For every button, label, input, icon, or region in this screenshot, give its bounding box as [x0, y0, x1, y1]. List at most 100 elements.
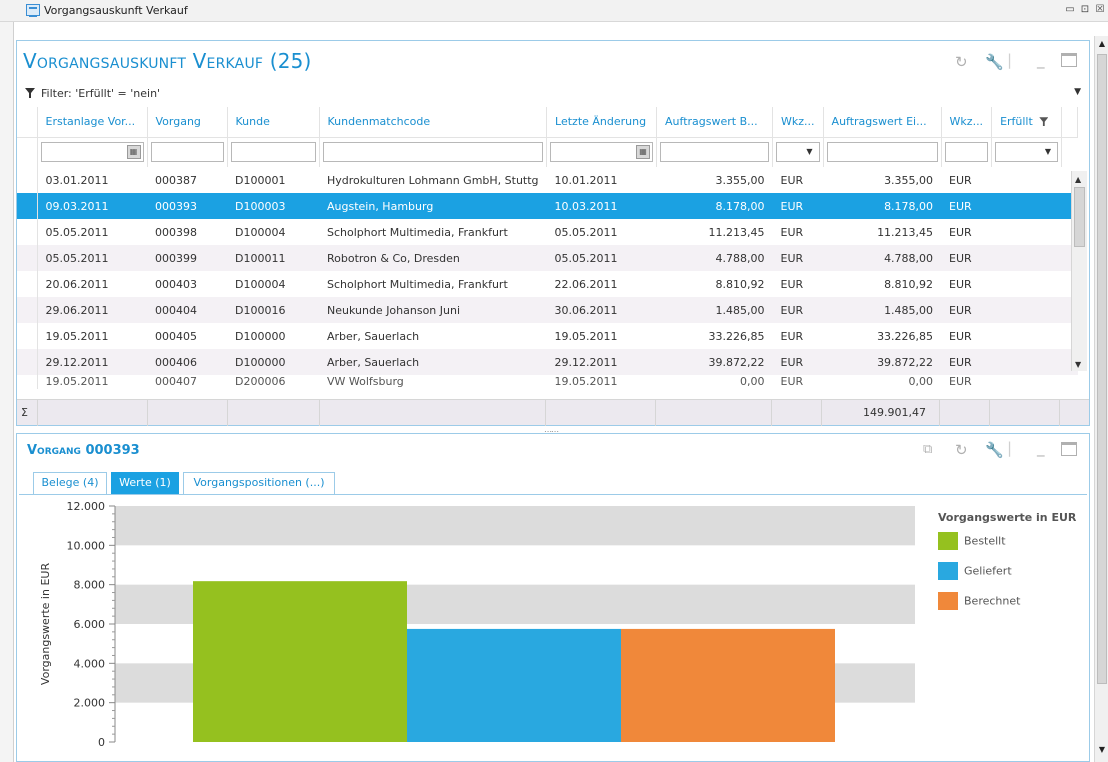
table-cell: Neukunde Johanson Juni — [319, 297, 547, 323]
table-row[interactable]: 19.05.2011 000407 D200006 VW Wolfsburg 19.05… — [17, 375, 1078, 389]
table-cell: EUR — [772, 193, 824, 219]
filter-bar[interactable]: Filter: 'Erfüllt' = 'nein' — [25, 87, 160, 100]
list-panel: Vorgangsauskunft Verkauf (25) ↻ 🔧 | _ Fi… — [16, 40, 1090, 426]
table-cell: 22.06.2011 — [554, 277, 618, 291]
table-cell: EUR — [780, 277, 804, 291]
filter-erfuellt[interactable]: ▼ — [995, 142, 1059, 163]
legend-swatch — [938, 562, 958, 580]
grid-scroll-down-icon[interactable]: ▼ — [1075, 360, 1081, 369]
table-cell: 19.05.2011 — [554, 329, 618, 343]
table-row[interactable]: 29.06.2011 000404 D100016 Neukunde Johanson… — [17, 297, 1078, 323]
table-cell: 1.485,00 — [823, 297, 942, 323]
scroll-thumb[interactable] — [1097, 54, 1107, 684]
table-row[interactable]: 03.01.2011 000387 D100001 Hydrokulturen Loh… — [17, 167, 1078, 193]
bar-bestellt — [193, 581, 407, 742]
tab-vorgangspositionen[interactable]: Vorgangspositionen (...) — [183, 472, 335, 494]
minimize-panel-icon[interactable]: _ — [1037, 439, 1045, 457]
table-cell: D100001 — [235, 173, 286, 187]
col-wkz-2[interactable]: Wkz... — [941, 107, 993, 138]
chevron-down-icon[interactable]: ▼ — [806, 147, 812, 156]
table-cell: 000387 — [155, 173, 197, 187]
table-cell — [991, 349, 1062, 375]
table-cell: EUR — [949, 277, 972, 291]
maximize-panel-icon[interactable] — [1061, 53, 1077, 67]
filter-auftragswert-b[interactable] — [660, 142, 770, 163]
popout-icon[interactable]: ⧉ — [923, 442, 932, 457]
col-letzte-aenderung[interactable]: Letzte Änderung — [546, 107, 658, 138]
col-auftragswert-ei[interactable]: Auftragswert Ei... — [823, 107, 942, 138]
legend-label: Berechnet — [964, 594, 1021, 608]
tab-werte[interactable]: Werte (1) — [111, 472, 179, 494]
filter-input-row: ▦ ▦ ▼ ▼ — [17, 137, 1078, 167]
table-cell: 000399 — [147, 245, 227, 271]
table-cell — [992, 271, 1062, 297]
calendar-icon[interactable]: ▦ — [126, 145, 141, 160]
close-icon[interactable]: ☒ — [1094, 4, 1106, 15]
scroll-down-icon[interactable]: ▼ — [1096, 744, 1108, 756]
filter-letzte-aenderung[interactable]: ▦ — [550, 142, 654, 163]
legend-swatch — [938, 592, 958, 610]
col-erstanlage[interactable]: Erstanlage Vor... — [37, 107, 148, 138]
tab-belege[interactable]: Belege (4) — [33, 472, 107, 494]
filter-kunde[interactable] — [230, 142, 316, 163]
table-cell: 1.485,00 — [656, 297, 773, 323]
table-cell: D100004 — [235, 277, 286, 291]
filter-erstanlage[interactable]: ▦ — [40, 142, 144, 163]
calendar-icon[interactable]: ▦ — [636, 145, 651, 160]
legend-item: Bestellt — [938, 532, 1006, 550]
table-cell — [992, 375, 1062, 389]
window-scrollbar[interactable]: ▲ ▼ — [1094, 36, 1108, 762]
table-cell: 20.06.2011 — [45, 277, 109, 291]
table-cell: Scholphort Multimedia, Frankfurt — [327, 225, 508, 239]
table-row[interactable]: 20.06.2011 000403 D100004 Scholphort Multim… — [17, 271, 1078, 297]
table-cell: EUR — [949, 329, 972, 343]
table-cell: Augstein, Hamburg — [319, 193, 547, 219]
filter-wkz-2[interactable] — [944, 142, 989, 163]
table-row[interactable]: 05.05.2011 000399 D100011 Robotron & Co, Dr… — [17, 245, 1078, 271]
col-auftragswert-b[interactable]: Auftragswert B... — [656, 107, 774, 138]
col-erfuellt[interactable]: Erfüllt — [991, 107, 1063, 138]
table-cell: 05.05.2011 — [37, 245, 147, 271]
table-cell: 8.178,00 — [656, 193, 773, 219]
y-tick-label: 0 — [98, 736, 105, 749]
app-window: Vorgangsauskunft Verkauf ▭ ⊡ ☒ ▲ ▼ Vorga… — [0, 0, 1108, 762]
col-vorgang[interactable]: Vorgang — [147, 107, 228, 138]
legend-swatch — [938, 532, 958, 550]
table-cell: Robotron & Co, Dresden — [319, 245, 547, 271]
col-kundenmatchcode[interactable]: Kundenmatchcode — [319, 107, 548, 138]
refresh-icon[interactable]: ↻ — [955, 53, 968, 71]
maximize-panel-icon[interactable] — [1061, 442, 1077, 456]
orders-table: Erstanlage Vor... Vorgang Kunde Kundenma… — [17, 107, 1079, 389]
table-row[interactable]: 09.03.2011 000393 D100003 Augstein, Hamburg… — [17, 193, 1078, 219]
table-cell: 29.06.2011 — [37, 297, 147, 323]
wrench-icon[interactable]: 🔧 — [985, 53, 1004, 71]
col-wkz-1[interactable]: Wkz... — [772, 107, 824, 138]
filter-auftragswert-ei[interactable] — [826, 142, 938, 163]
table-cell: EUR — [780, 375, 804, 388]
refresh-icon[interactable]: ↻ — [955, 441, 968, 459]
table-cell: 29.12.2011 — [546, 349, 657, 375]
minimize-icon[interactable]: ▭ — [1064, 4, 1076, 15]
table-cell: 03.01.2011 — [45, 173, 109, 187]
detail-panel-title: Vorgang 000393 — [27, 443, 140, 458]
filter-vorgang[interactable] — [150, 142, 224, 163]
restore-icon[interactable]: ⊡ — [1079, 4, 1091, 15]
grid-scroll-up-icon[interactable]: ▲ — [1075, 175, 1081, 184]
minimize-panel-icon[interactable]: _ — [1037, 51, 1045, 69]
scroll-up-icon[interactable]: ▲ — [1096, 38, 1108, 50]
filter-dropdown-icon[interactable]: ▼ — [1074, 87, 1081, 97]
grid-scrollbar[interactable]: ▲ ▼ — [1071, 171, 1087, 371]
legend-label: Bestellt — [964, 534, 1006, 548]
table-row[interactable]: 05.05.2011 000398 D100004 Scholphort Multim… — [17, 219, 1078, 245]
table-cell: 4.788,00 — [823, 245, 942, 271]
column-filter-icon[interactable] — [1039, 117, 1049, 127]
col-kunde[interactable]: Kunde — [227, 107, 320, 138]
table-row[interactable]: 29.12.2011 000406 D100000 Arber, Sauerlach 2… — [17, 349, 1078, 375]
chevron-down-icon[interactable]: ▼ — [1045, 147, 1051, 156]
grid-scroll-thumb[interactable] — [1074, 187, 1085, 247]
table-row[interactable]: 19.05.2011 000405 D100000 Arber, Sauerlach 1… — [17, 323, 1078, 349]
filter-wkz-1[interactable]: ▼ — [776, 142, 820, 163]
sum-row: Σ 149.901,47 — [17, 399, 1089, 426]
filter-kundenmatchcode[interactable] — [322, 142, 544, 163]
wrench-icon[interactable]: 🔧 — [985, 441, 1004, 459]
